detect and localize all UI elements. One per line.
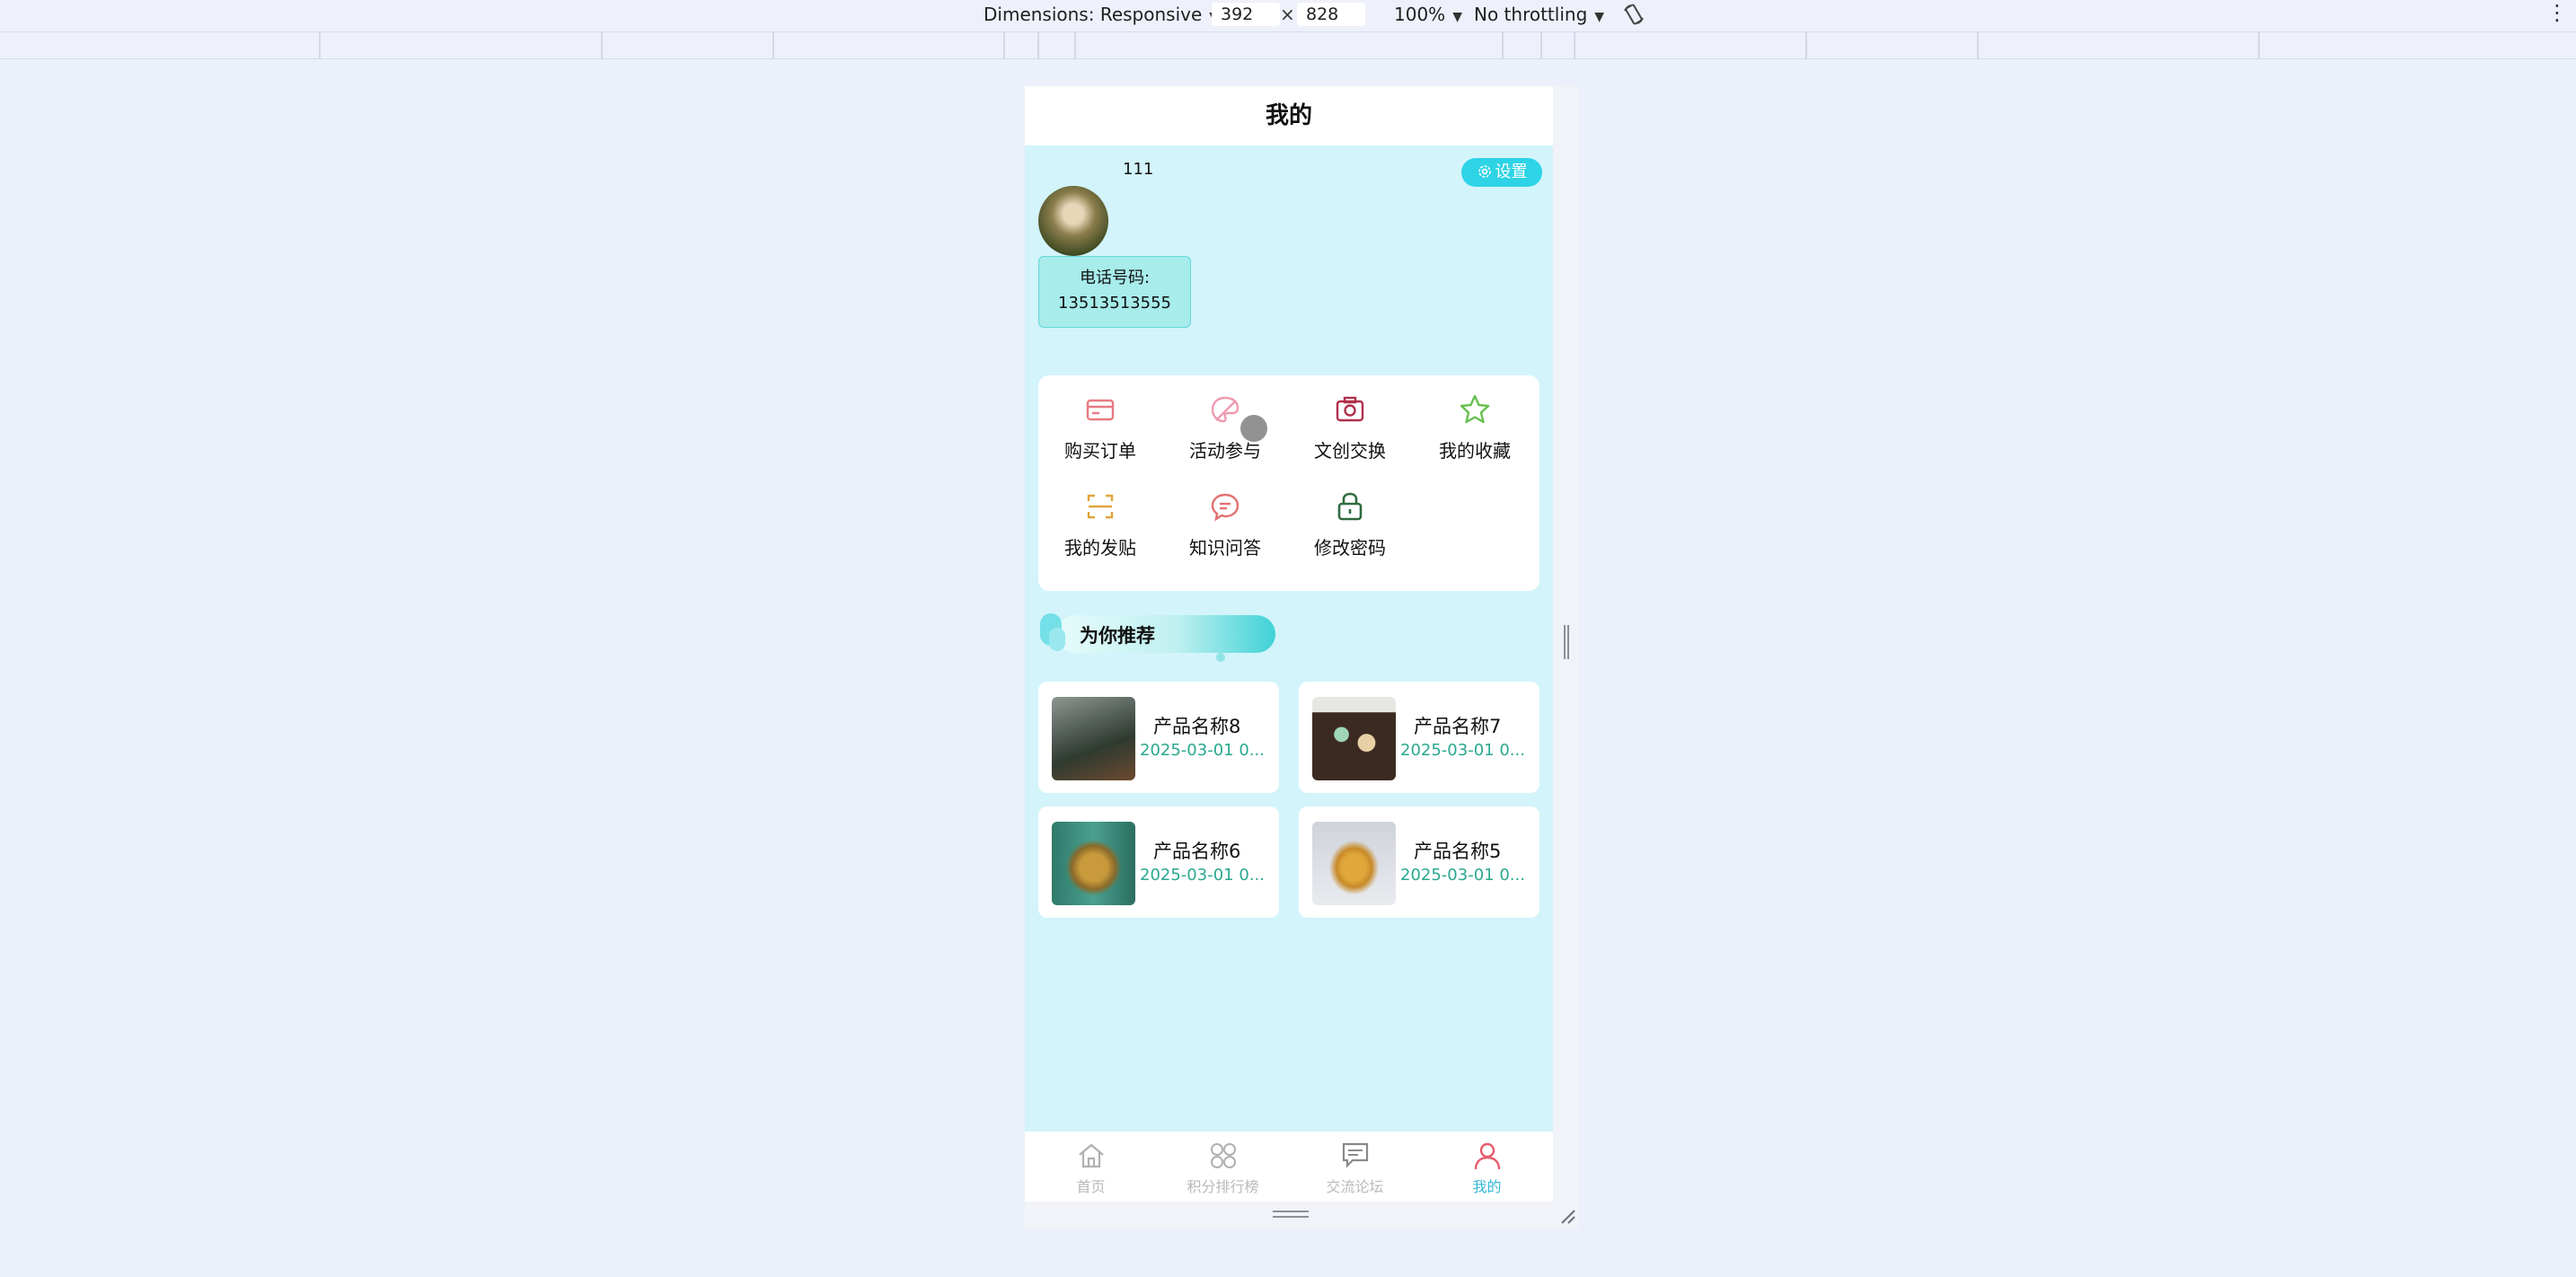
product-thumbnail bbox=[1052, 822, 1135, 905]
device-viewport: 我的 111 设置 电话号码: 13513513555 购买订单 活动参与 文创… bbox=[1025, 86, 1553, 1227]
star-icon bbox=[1460, 394, 1490, 424]
product-card[interactable]: 产品名称5 2025-03-01 0... bbox=[1299, 806, 1539, 918]
product-thumbnail bbox=[1052, 697, 1135, 780]
avatar[interactable] bbox=[1038, 186, 1108, 256]
settings-label: 设置 bbox=[1495, 163, 1528, 181]
devtools-device-toolbar: Dimensions: Responsive▼ × 100%▼ No throt… bbox=[0, 0, 2576, 32]
user-icon bbox=[1474, 1142, 1501, 1170]
tab-home[interactable]: 首页 bbox=[1025, 1132, 1157, 1205]
menu-card: 购买订单 活动参与 文创交换 我的收藏 我的发贴 知识问答 修改密码 bbox=[1038, 375, 1539, 591]
palette-icon bbox=[1211, 396, 1239, 423]
chat-icon bbox=[1211, 493, 1239, 522]
tab-label: 我的 bbox=[1472, 1178, 1502, 1195]
resize-corner-icon[interactable] bbox=[1560, 1209, 1576, 1225]
menu-item-label: 文创交换 bbox=[1314, 440, 1386, 462]
scan-icon bbox=[1087, 494, 1114, 519]
product-card[interactable]: 产品名称7 2025-03-01 0... bbox=[1299, 682, 1539, 793]
menu-item-label: 修改密码 bbox=[1314, 537, 1386, 559]
bottom-tabbar: 首页 积分排行榜 交流论坛 我的 bbox=[1025, 1132, 1553, 1205]
throttling-label: No throttling bbox=[1474, 4, 1588, 25]
tab-label: 积分排行榜 bbox=[1187, 1178, 1259, 1195]
dimensions-dropdown[interactable]: Dimensions: Responsive▼ bbox=[984, 2, 1219, 27]
recommend-banner: 为你推荐 bbox=[1040, 613, 1275, 662]
lock-icon bbox=[1337, 492, 1363, 521]
caret-down-icon: ▼ bbox=[1594, 10, 1605, 24]
product-card[interactable]: 产品名称6 2025-03-01 0... bbox=[1038, 806, 1279, 918]
product-card[interactable]: 产品名称8 2025-03-01 0... bbox=[1038, 682, 1279, 793]
grid-icon bbox=[1211, 1143, 1236, 1168]
zoom-label: 100% bbox=[1394, 4, 1446, 25]
product-date: 2025-03-01 0... bbox=[1140, 741, 1265, 760]
times-sign: × bbox=[1280, 4, 1295, 25]
height-input[interactable] bbox=[1297, 3, 1365, 26]
tab-forum[interactable]: 交流论坛 bbox=[1289, 1132, 1421, 1205]
tab-mine[interactable]: 我的 bbox=[1421, 1132, 1553, 1205]
product-thumbnail bbox=[1312, 822, 1396, 905]
throttling-dropdown[interactable]: No throttling ▼ bbox=[1474, 2, 1604, 27]
menu-item-label: 我的发贴 bbox=[1064, 537, 1136, 559]
gear-icon bbox=[1478, 165, 1491, 178]
zoom-dropdown[interactable]: 100% ▼ bbox=[1394, 2, 1462, 27]
product-date: 2025-03-01 0... bbox=[1400, 741, 1525, 760]
product-name: 产品名称6 bbox=[1153, 841, 1241, 862]
phone-value: 13513513555 bbox=[1058, 294, 1171, 313]
product-name: 产品名称8 bbox=[1153, 716, 1241, 737]
media-query-ruler[interactable] bbox=[0, 32, 2576, 59]
camera-icon bbox=[1336, 396, 1364, 422]
username: 111 bbox=[1123, 160, 1154, 179]
menu-item-favorites[interactable]: 我的收藏 bbox=[1416, 375, 1533, 462]
width-input[interactable] bbox=[1212, 3, 1280, 26]
more-options-icon[interactable]: ⋮ bbox=[2546, 0, 2568, 25]
product-date: 2025-03-01 0... bbox=[1400, 866, 1525, 885]
menu-item-activities[interactable]: 活动参与 bbox=[1167, 375, 1284, 462]
menu-item-label: 我的收藏 bbox=[1439, 440, 1511, 462]
rotate-icon[interactable] bbox=[1621, 2, 1646, 27]
forum-icon bbox=[1342, 1142, 1369, 1168]
device-resize-handle-right[interactable] bbox=[1553, 86, 1578, 1227]
menu-item-label: 活动参与 bbox=[1189, 440, 1261, 462]
menu-item-orders[interactable]: 购买订单 bbox=[1042, 375, 1159, 462]
menu-item-label: 知识问答 bbox=[1189, 537, 1261, 559]
tab-label: 首页 bbox=[1076, 1178, 1106, 1195]
dimensions-label: Dimensions: Responsive bbox=[984, 4, 1203, 25]
product-thumbnail bbox=[1312, 697, 1396, 780]
recommend-title: 为你推荐 bbox=[1080, 625, 1155, 647]
product-name: 产品名称5 bbox=[1414, 841, 1502, 862]
tab-points-ranking[interactable]: 积分排行榜 bbox=[1157, 1132, 1289, 1205]
settings-button[interactable]: 设置 bbox=[1461, 158, 1542, 187]
home-icon bbox=[1079, 1143, 1104, 1168]
menu-item-change-password[interactable]: 修改密码 bbox=[1292, 472, 1408, 559]
tab-label: 交流论坛 bbox=[1326, 1178, 1384, 1195]
menu-item-exchange[interactable]: 文创交换 bbox=[1292, 375, 1408, 462]
page-title: 我的 bbox=[1025, 86, 1553, 145]
phone-label: 电话号码: bbox=[1079, 269, 1151, 287]
touch-cursor bbox=[1240, 415, 1267, 442]
product-name: 产品名称7 bbox=[1414, 716, 1502, 737]
device-resize-handle-bottom[interactable] bbox=[1025, 1202, 1578, 1229]
phone-box: 电话号码: 13513513555 bbox=[1038, 256, 1191, 328]
product-date: 2025-03-01 0... bbox=[1140, 866, 1265, 885]
menu-item-label: 购买订单 bbox=[1064, 440, 1136, 462]
caret-down-icon: ▼ bbox=[1452, 10, 1462, 24]
card-icon bbox=[1086, 399, 1115, 421]
menu-item-my-posts[interactable]: 我的发贴 bbox=[1042, 472, 1159, 559]
menu-item-qa[interactable]: 知识问答 bbox=[1167, 472, 1284, 559]
